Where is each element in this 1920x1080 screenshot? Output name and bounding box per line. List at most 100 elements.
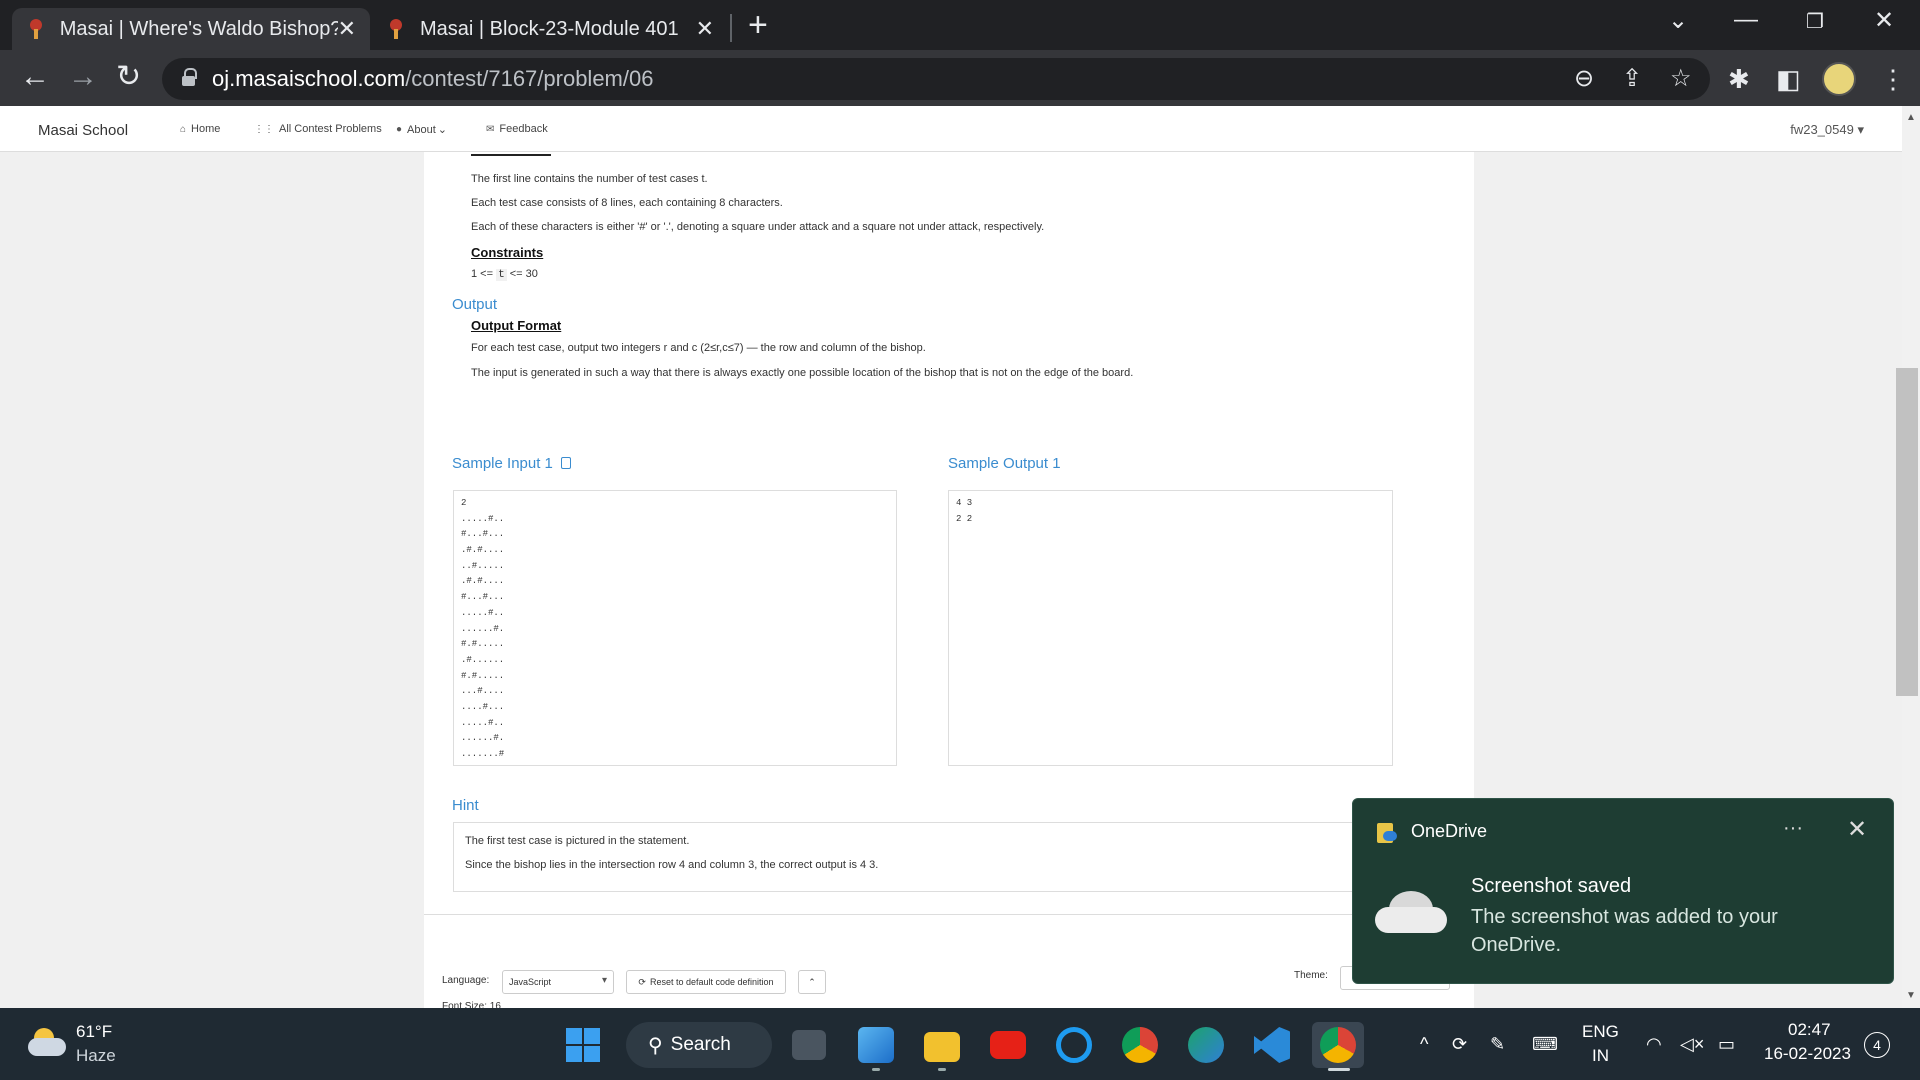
keyboard-icon[interactable]: ⌨ bbox=[1532, 1034, 1558, 1055]
side-panel-icon[interactable]: ◧ bbox=[1776, 64, 1801, 95]
output-heading: Output bbox=[452, 296, 498, 313]
url-text[interactable]: oj.masaischool.com/contest/7167/problem/… bbox=[212, 66, 653, 92]
font-size-label: Font Size: 16 bbox=[442, 1001, 501, 1008]
back-icon[interactable]: ← bbox=[20, 62, 50, 92]
edge-icon[interactable] bbox=[1188, 1027, 1224, 1063]
weather-icon[interactable] bbox=[28, 1028, 68, 1058]
language-select[interactable]: JavaScript bbox=[502, 970, 614, 994]
sample-input-line: 2 bbox=[461, 498, 467, 508]
problem-content: The first line contains the number of te… bbox=[424, 152, 1474, 1008]
tab-waldo-bishop[interactable]: Masai | Where's Waldo Bishop? ✕ bbox=[12, 8, 370, 50]
forward-icon[interactable]: → bbox=[68, 62, 98, 92]
sample-input-line: #.#..... bbox=[461, 670, 505, 681]
scroll-up-arrow-icon[interactable]: ▲ bbox=[1906, 112, 1916, 123]
onedrive-notification[interactable]: OneDrive ··· ✕ Screenshot saved The scre… bbox=[1352, 798, 1894, 984]
nav-feedback[interactable]: ✉ Feedback bbox=[486, 123, 548, 135]
scrollbar-thumb[interactable] bbox=[1896, 368, 1918, 696]
onedrive-app-icon bbox=[1377, 823, 1397, 843]
minimize-button[interactable]: — bbox=[1734, 6, 1758, 34]
input-line: The first line contains the number of te… bbox=[471, 173, 708, 185]
cloud-icon bbox=[1375, 891, 1447, 933]
brand-link[interactable]: Masai School bbox=[38, 122, 128, 139]
toast-title: Screenshot saved bbox=[1471, 875, 1632, 897]
sample-input-line: #.#..... bbox=[461, 639, 505, 650]
photos-app-icon[interactable] bbox=[858, 1027, 894, 1063]
theme-label: Theme: bbox=[1294, 970, 1328, 981]
sample-input-line: .....#.. bbox=[461, 513, 505, 524]
language-top[interactable]: ENG bbox=[1582, 1022, 1619, 1042]
close-notification-icon[interactable]: ✕ bbox=[1847, 815, 1867, 844]
close-window-button[interactable]: ✕ bbox=[1874, 6, 1894, 35]
reload-icon[interactable]: ↻ bbox=[116, 62, 141, 92]
restore-button[interactable]: ❐ bbox=[1806, 9, 1824, 34]
masai-favicon-icon bbox=[26, 19, 46, 39]
sample-input-line: ......#. bbox=[461, 623, 505, 634]
file-explorer-icon[interactable] bbox=[924, 1032, 960, 1062]
close-tab-icon[interactable]: ✕ bbox=[338, 16, 356, 42]
weather-condition[interactable]: Haze bbox=[76, 1046, 116, 1066]
extensions-icon[interactable]: ✱ bbox=[1728, 64, 1750, 95]
sample-output-heading: Sample Output 1 bbox=[948, 455, 1061, 472]
close-tab-icon[interactable]: ✕ bbox=[696, 16, 714, 42]
copy-icon[interactable] bbox=[560, 457, 571, 469]
sample-input-line: ....#... bbox=[461, 701, 505, 712]
output-line: For each test case, output two integers … bbox=[471, 342, 926, 354]
zoom-icon[interactable]: ⊖ bbox=[1574, 64, 1594, 93]
clock-date[interactable]: 16-02-2023 bbox=[1764, 1044, 1851, 1064]
more-options-icon[interactable]: ··· bbox=[1783, 817, 1803, 840]
sync-icon[interactable]: ⟳ bbox=[1452, 1034, 1467, 1055]
battery-icon[interactable]: ▭ bbox=[1718, 1034, 1735, 1055]
hint-heading: Hint bbox=[452, 797, 479, 814]
tab-title: Masai | Where's Waldo Bishop? bbox=[59, 17, 338, 40]
toast-message: The screenshot was added to your OneDriv… bbox=[1471, 906, 1778, 956]
sample-input-box[interactable]: 2 .....#.. #...#... .#.#.... ..#..... .#.#...… bbox=[453, 490, 897, 766]
reset-code-button[interactable]: ⟳ Reset to default code definition bbox=[626, 970, 786, 994]
tab-block-module[interactable]: Masai | Block-23-Module 401.4.1 ✕ bbox=[372, 8, 728, 50]
sample-output-line: 2 2 bbox=[956, 513, 973, 524]
sample-output-box[interactable]: 4 3 2 2 bbox=[948, 490, 1393, 766]
language-bottom[interactable]: IN bbox=[1592, 1046, 1609, 1066]
pen-icon[interactable]: ✎ bbox=[1490, 1034, 1505, 1055]
running-indicator bbox=[872, 1068, 880, 1071]
cortana-icon[interactable] bbox=[1056, 1027, 1092, 1063]
nav-about[interactable]: ● About ⌄ bbox=[396, 123, 448, 137]
sample-input-line: .....#.. bbox=[461, 607, 505, 618]
weather-temperature[interactable]: 61°F bbox=[76, 1022, 112, 1042]
sample-input-line: ..#..... bbox=[461, 560, 505, 571]
nav-home[interactable]: ⌂ Home bbox=[180, 123, 220, 135]
active-indicator bbox=[1328, 1068, 1350, 1071]
scroll-down-arrow-icon[interactable]: ▼ bbox=[1906, 990, 1916, 1001]
chevron-down-icon: ⌄ bbox=[437, 124, 448, 136]
youtube-icon[interactable] bbox=[990, 1031, 1026, 1059]
sample-output-line: 4 3 bbox=[956, 498, 973, 508]
wifi-icon[interactable]: ◠ bbox=[1646, 1034, 1662, 1055]
home-icon: ⌂ bbox=[180, 123, 187, 135]
volume-muted-icon[interactable]: ◁× bbox=[1680, 1034, 1704, 1055]
tab-search-icon[interactable]: ⌄ bbox=[1668, 6, 1688, 35]
windows-start-icon[interactable] bbox=[566, 1028, 600, 1062]
nav-all-contest-problems[interactable]: ⋮⋮ All Contest Problems bbox=[254, 123, 382, 135]
lock-icon[interactable] bbox=[182, 68, 197, 88]
menu-kebab-icon[interactable]: ⋮ bbox=[1880, 64, 1906, 95]
task-view-icon[interactable] bbox=[792, 1030, 826, 1060]
profile-avatar[interactable] bbox=[1822, 62, 1856, 96]
sample-input-line: .#...... bbox=[461, 654, 505, 665]
toast-app-name: OneDrive bbox=[1411, 821, 1488, 841]
share-icon[interactable]: ⇪ bbox=[1622, 64, 1642, 93]
sample-input-line: .#.#.... bbox=[461, 545, 505, 556]
taskbar-search[interactable]: ⚲ Search bbox=[626, 1022, 772, 1068]
show-hidden-icons-icon[interactable]: ^ bbox=[1420, 1034, 1428, 1055]
sample-input-line: #...#... bbox=[461, 529, 505, 540]
collapse-button[interactable]: ⌃ bbox=[798, 970, 826, 994]
chrome-icon[interactable] bbox=[1320, 1027, 1356, 1063]
bookmark-star-icon[interactable]: ☆ bbox=[1670, 64, 1692, 93]
new-tab-button[interactable]: + bbox=[748, 8, 768, 42]
info-icon: ● bbox=[396, 124, 403, 135]
tab-separator bbox=[730, 14, 732, 42]
clock-time[interactable]: 02:47 bbox=[1788, 1020, 1831, 1040]
user-menu[interactable]: fw23_0549 ▾ bbox=[1790, 122, 1864, 138]
sample-input-line: ......#. bbox=[461, 733, 505, 744]
running-indicator bbox=[938, 1068, 946, 1071]
chrome-icon[interactable] bbox=[1122, 1027, 1158, 1063]
notification-count-badge[interactable]: 4 bbox=[1864, 1032, 1890, 1058]
